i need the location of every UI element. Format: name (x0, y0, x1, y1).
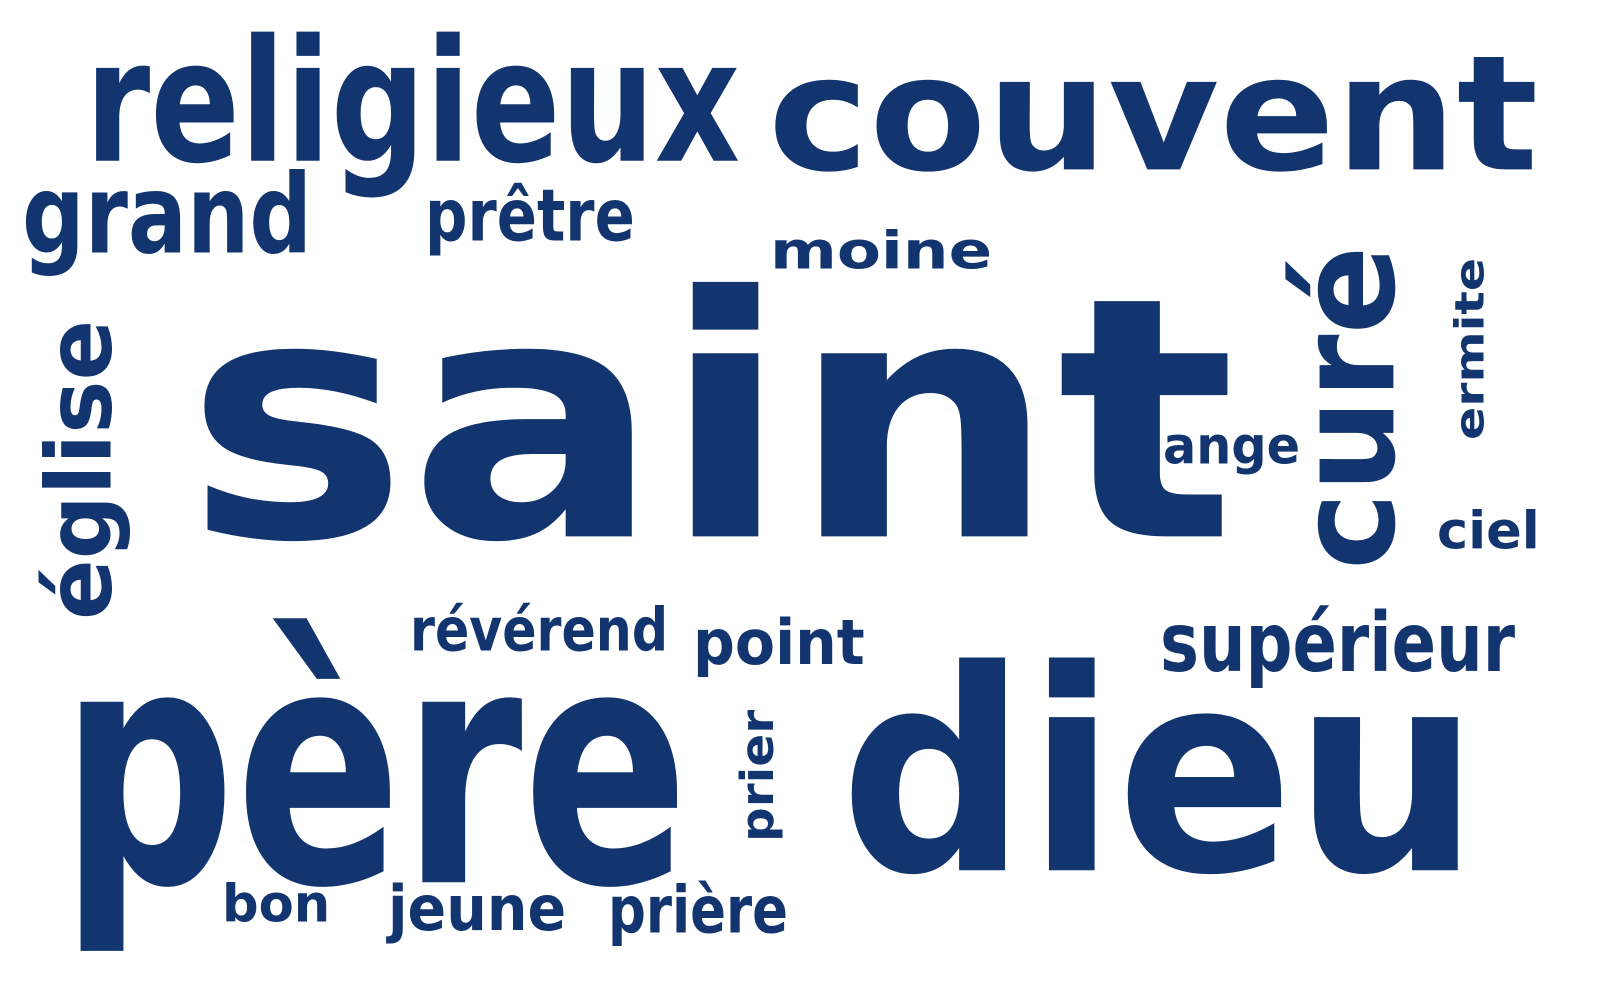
word-ermite: ermite (1446, 257, 1494, 440)
word-jeune: jeune (388, 872, 567, 945)
word-eglise: église (26, 319, 133, 620)
word-pretre: prêtre (425, 173, 635, 258)
word-reverend: révérend (410, 594, 669, 665)
word-saint: saint (185, 224, 1237, 617)
word-superieur: supérieur (1160, 594, 1516, 691)
word-point: point (693, 606, 865, 679)
word-grand: grand (22, 150, 313, 279)
word-bon: bon (222, 873, 331, 935)
word-ange: ange (1163, 415, 1301, 477)
word-cure: curé (1267, 245, 1426, 571)
word-prier: prier (730, 709, 784, 842)
word-priere: prière (608, 872, 789, 949)
word-moine: moine (770, 220, 993, 282)
word-ciel: ciel (1437, 500, 1540, 562)
word-couvent: couvent (768, 20, 1539, 208)
word-cloud: saint père dieu couvent religieux curé é… (0, 0, 1600, 1000)
